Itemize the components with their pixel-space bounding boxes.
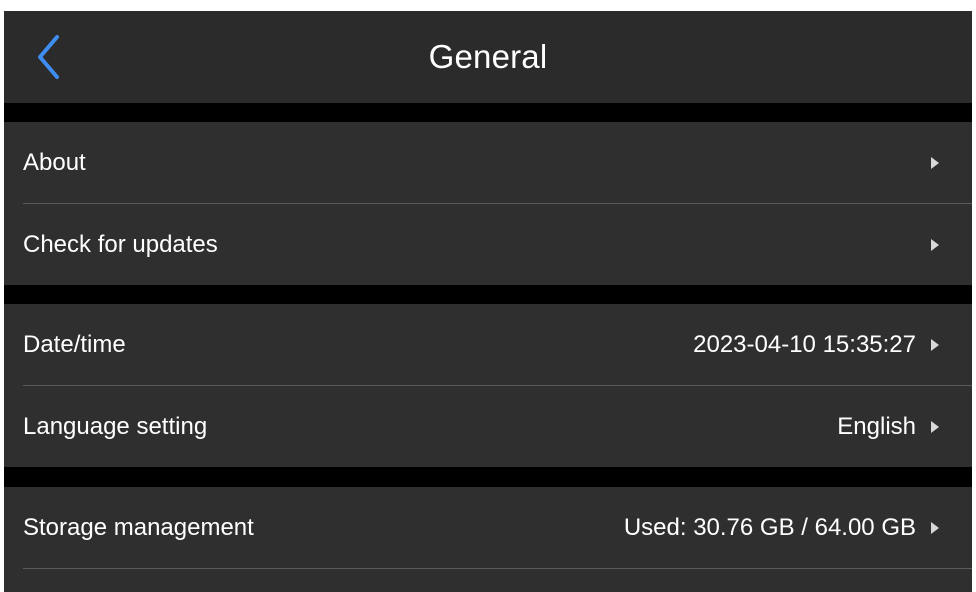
caret-right-icon <box>931 239 939 251</box>
row-value: Used: 30.76 GB / 64.00 GB <box>623 514 916 541</box>
header-bar: General <box>4 11 972 103</box>
row-storage-management[interactable]: Storage management Used: 30.76 GB / 64.0… <box>4 487 972 568</box>
row-value: 2023-04-10 15:35:27 <box>693 331 916 358</box>
caret-right-icon <box>931 522 939 534</box>
settings-group-locale: Date/time 2023-04-10 15:35:27 Language s… <box>4 304 972 467</box>
row-label: About <box>23 149 86 176</box>
caret-right-icon <box>931 157 939 169</box>
row-label: Language setting <box>23 413 208 440</box>
row-label: Date/time <box>23 331 126 358</box>
settings-group-info: About Check for updates <box>4 122 972 285</box>
caret-right-icon <box>931 421 939 433</box>
row-about[interactable]: About <box>4 122 972 203</box>
row-label: Check for updates <box>23 231 218 258</box>
divider <box>23 568 972 569</box>
caret-right-icon <box>931 339 939 351</box>
page-title: General <box>428 38 548 75</box>
row-label: Storage management <box>23 514 254 541</box>
back-button[interactable] <box>26 31 74 83</box>
chevron-left-icon <box>38 35 59 79</box>
row-value: English <box>837 413 916 440</box>
settings-group-storage: Storage management Used: 30.76 GB / 64.0… <box>4 487 972 592</box>
row-language-setting[interactable]: Language setting English <box>4 386 972 467</box>
row-date-time[interactable]: Date/time 2023-04-10 15:35:27 <box>4 304 972 385</box>
settings-screen: General About Check for updates Date/tim… <box>4 11 972 592</box>
row-check-for-updates[interactable]: Check for updates <box>4 204 972 285</box>
